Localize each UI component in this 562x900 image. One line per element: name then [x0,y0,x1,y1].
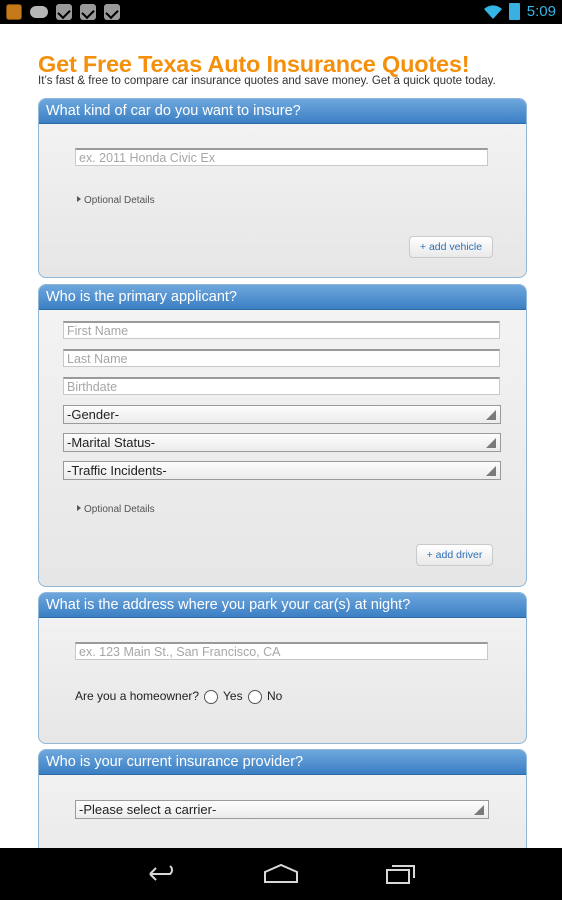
vehicle-optional-details-label: Optional Details [84,195,155,206]
address-input[interactable] [75,642,488,660]
clipboard-check-icon [56,4,72,20]
marital-status-select-value: -Marital Status- [67,435,156,450]
add-vehicle-button[interactable]: + add vehicle [409,236,493,258]
carrier-select-value: -Please select a carrier- [79,802,217,817]
recent-apps-icon[interactable] [383,862,417,886]
dropdown-arrow-icon [486,438,496,448]
back-icon[interactable] [144,862,178,886]
navigation-bar [0,848,562,900]
notification-icons [6,4,120,20]
battery-icon [508,3,520,20]
gender-select-value: -Gender- [67,407,120,422]
traffic-incidents-select-value: -Traffic Incidents- [67,463,167,478]
dropdown-arrow-icon [486,410,496,420]
last-name-input[interactable] [63,349,500,367]
app-icon [6,4,22,20]
homeowner-question: Are you a homeowner? [75,689,200,703]
cat-icon [30,6,48,18]
page-subtitle: It’s fast & free to compare car insuranc… [38,75,496,87]
wifi-icon [483,4,502,19]
system-icons: 5:09 [483,3,556,20]
bag-check-icon [80,4,96,20]
disclosure-triangle-icon [77,196,81,202]
status-bar: 5:09 [0,0,562,24]
homeowner-no-label: No [267,689,283,703]
gender-select[interactable]: -Gender- [63,405,501,424]
birthdate-input[interactable] [63,377,500,395]
homeowner-yes-radio[interactable] [204,690,218,704]
applicant-optional-details-label: Optional Details [84,504,155,515]
provider-section-header: Who is your current insurance provider? [39,750,526,775]
provider-section: Who is your current insurance provider? … [38,749,527,848]
dropdown-arrow-icon [474,805,484,815]
address-section: What is the address where you park your … [38,592,527,744]
applicant-optional-details[interactable]: Optional Details [77,504,155,515]
homeowner-no-radio[interactable] [248,690,262,704]
car-input[interactable] [75,148,488,166]
traffic-incidents-select[interactable]: -Traffic Incidents- [63,461,501,480]
first-name-input[interactable] [63,321,500,339]
home-icon[interactable] [262,862,300,886]
homeowner-yes-label: Yes [223,689,243,703]
vehicle-optional-details[interactable]: Optional Details [77,195,155,206]
address-section-header: What is the address where you park your … [39,593,526,618]
web-page[interactable]: Get Free Texas Auto Insurance Quotes! It… [0,24,562,848]
dropdown-arrow-icon [486,466,496,476]
carrier-select[interactable]: -Please select a carrier- [75,800,489,819]
page-title: Get Free Texas Auto Insurance Quotes! [38,51,470,77]
applicant-section-header: Who is the primary applicant? [39,285,526,310]
vehicle-section-header: What kind of car do you want to insure? [39,99,526,124]
clipboard-check-icon [104,4,120,20]
disclosure-triangle-icon [77,505,81,511]
add-driver-button[interactable]: + add driver [416,544,493,566]
applicant-section: Who is the primary applicant? -Gender- -… [38,284,527,587]
vehicle-section: What kind of car do you want to insure? … [38,98,527,278]
clock: 5:09 [526,3,556,20]
marital-status-select[interactable]: -Marital Status- [63,433,501,452]
